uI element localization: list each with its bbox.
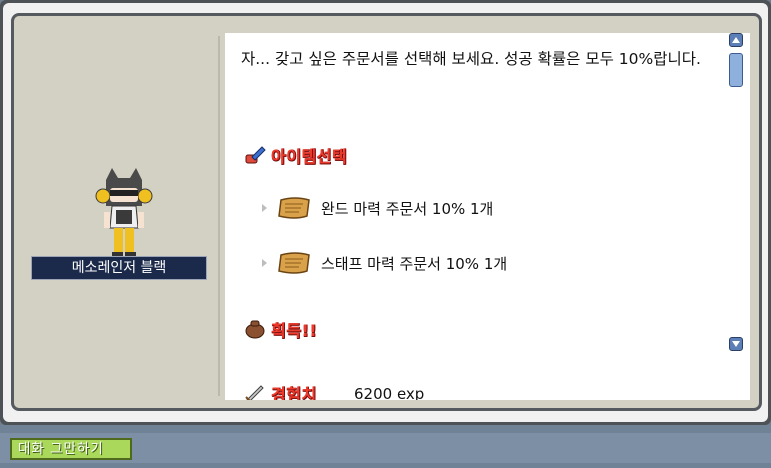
scroll-up-button[interactable] xyxy=(729,33,743,47)
bag-icon xyxy=(245,320,265,339)
experience-header: 경험치 xyxy=(244,381,317,400)
scroll-icon xyxy=(278,197,310,219)
item-select-header: 아이템선택 xyxy=(244,143,347,167)
npc-name-tag: 메소레인저 블랙 xyxy=(31,256,207,280)
scroll-thumb[interactable] xyxy=(729,53,743,87)
bullet-icon xyxy=(262,204,267,212)
dialog-window-inner: 메소레인저 블랙 자... 갖고 싶은 주문서를 선택해 보세요. 성공 확률은… xyxy=(3,3,768,422)
npc-portrait xyxy=(95,168,153,258)
scroll-down-button[interactable] xyxy=(729,337,743,351)
experience-label: 경험치 xyxy=(271,385,317,400)
item-select-label: 아이템선택 xyxy=(271,147,348,166)
dialog-message: 자... 갖고 싶은 주문서를 선택해 보세요. 성공 확률은 모두 10%랍니… xyxy=(241,50,701,68)
scroll-icon xyxy=(278,252,310,274)
chevron-up-icon xyxy=(732,37,740,43)
dialog-window: 메소레인저 블랙 자... 갖고 싶은 주문서를 선택해 보세요. 성공 확률은… xyxy=(0,0,771,425)
obtain-header: 획득!! xyxy=(244,317,317,341)
item-label: 완드 마력 주문서 10% 1개 xyxy=(321,199,494,218)
panel-divider xyxy=(218,36,220,396)
experience-value: 6200 exp xyxy=(354,385,425,400)
item-option[interactable]: 완드 마력 주문서 10% 1개 xyxy=(262,196,493,220)
obtain-label: 획득!! xyxy=(271,321,318,340)
dialog-body: 메소레인저 블랙 자... 갖고 싶은 주문서를 선택해 보세요. 성공 확률은… xyxy=(11,13,762,411)
pencil-icon xyxy=(245,146,266,164)
dialog-text-area: 자... 갖고 싶은 주문서를 선택해 보세요. 성공 확률은 모두 10%랍니… xyxy=(225,33,750,400)
end-chat-button[interactable]: 대화 그만하기 xyxy=(10,438,132,460)
sword-icon xyxy=(245,385,264,400)
item-label: 스태프 마력 주문서 10% 1개 xyxy=(321,254,508,273)
chevron-down-icon xyxy=(732,341,740,347)
item-option[interactable]: 스태프 마력 주문서 10% 1개 xyxy=(262,251,507,275)
dialog-scrollbar[interactable] xyxy=(729,33,743,355)
npc-panel: 메소레인저 블랙 xyxy=(14,16,220,408)
bullet-icon xyxy=(262,259,267,267)
